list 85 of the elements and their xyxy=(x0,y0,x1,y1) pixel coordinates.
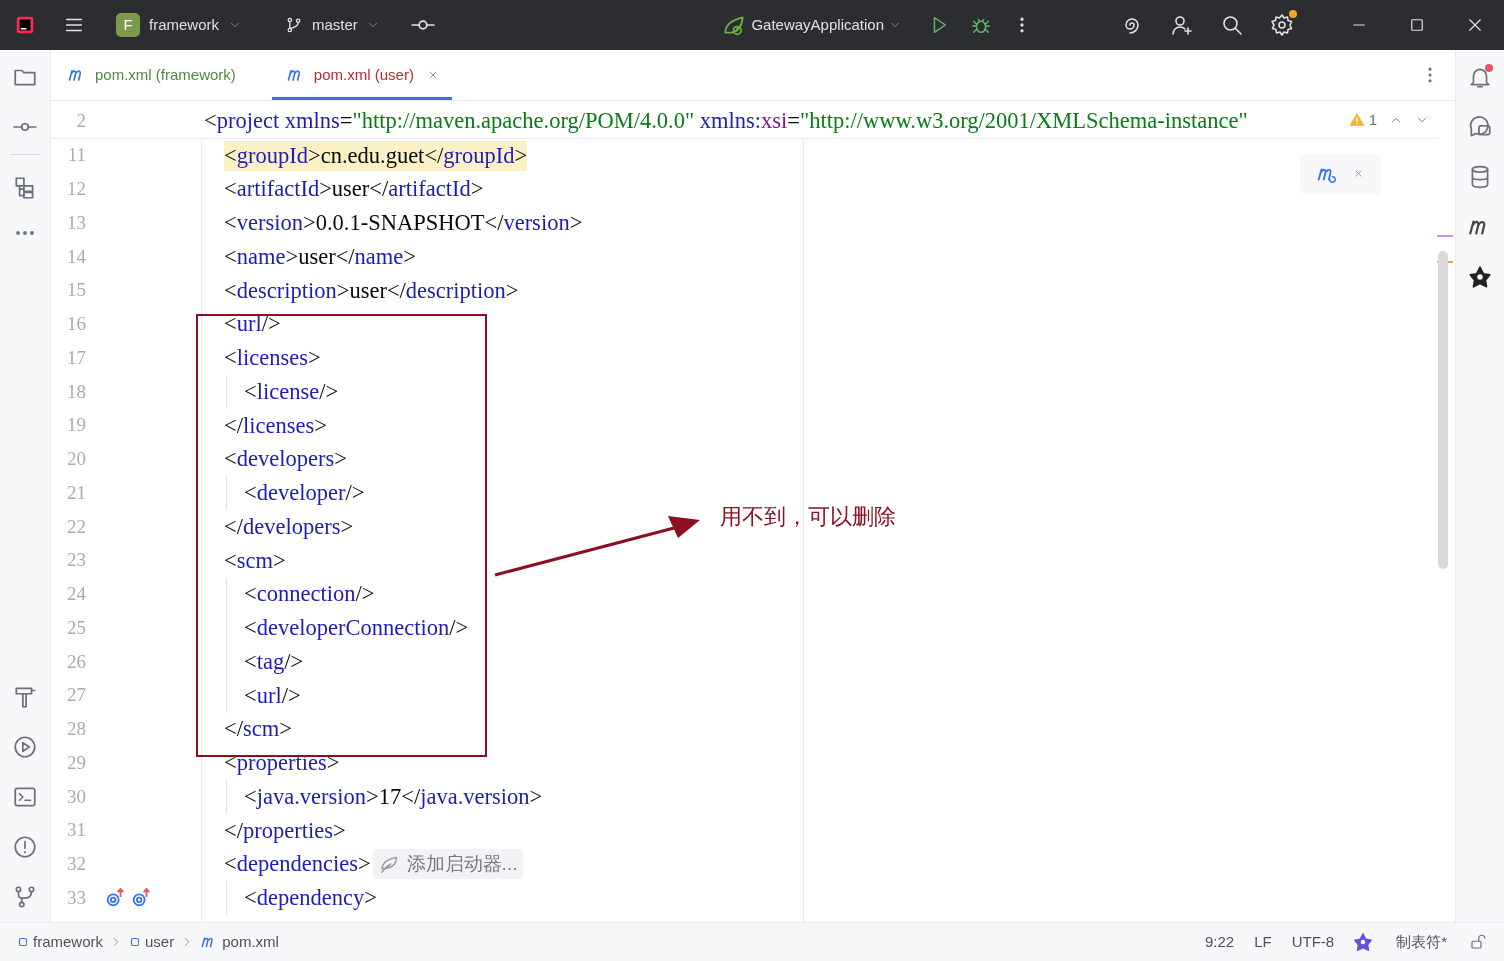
code-line: <url/> xyxy=(244,681,301,710)
code-line: </scm> xyxy=(224,715,292,744)
tab-label: pom.xml (framework) xyxy=(95,64,236,85)
line-number: 32 xyxy=(66,852,86,877)
code-line: <connection/> xyxy=(244,580,375,609)
close-icon[interactable] xyxy=(1466,16,1484,34)
warning-count[interactable]: 1 xyxy=(1368,109,1377,132)
code-line: </developers> xyxy=(224,512,354,541)
line-number: 31 xyxy=(66,818,86,843)
hint-label: 添加启动器... xyxy=(406,852,518,877)
run-config-selector[interactable]: GatewayApplication xyxy=(721,12,902,38)
code-line: </licenses> xyxy=(224,411,327,440)
code-line: <dependencies> xyxy=(224,850,371,879)
search-icon[interactable] xyxy=(1220,13,1244,37)
app-logo-icon[interactable] xyxy=(14,14,36,36)
project-selector[interactable]: F framework xyxy=(114,13,244,37)
line-number: 14 xyxy=(66,244,86,269)
project-name: framework xyxy=(149,14,219,35)
branch-selector[interactable]: master xyxy=(284,13,380,37)
line-number: 16 xyxy=(66,312,86,337)
scrollbar-thumb[interactable] xyxy=(1438,251,1448,569)
code-line: <properties> xyxy=(224,749,340,778)
line-number: 22 xyxy=(66,514,86,539)
indent-setting[interactable]: 制表符* xyxy=(1396,930,1447,954)
hammer-icon[interactable] xyxy=(12,684,38,710)
project-initial-badge: F xyxy=(116,13,140,37)
code-line: <developerConnection/> xyxy=(244,614,469,643)
settings-icon[interactable] xyxy=(1270,13,1294,37)
line-number: 27 xyxy=(66,683,86,708)
code-line: <description>user</description> xyxy=(224,276,519,305)
breadcrumb[interactable]: framework xyxy=(17,930,103,954)
code-line: <licenses> xyxy=(224,344,321,373)
line-number: 30 xyxy=(66,784,86,809)
line-number: 21 xyxy=(66,480,86,505)
breadcrumb[interactable]: pom.xml xyxy=(200,930,279,954)
inlay-hint[interactable]: 添加启动器... xyxy=(372,849,524,880)
terminal-icon[interactable] xyxy=(12,784,38,810)
code-line: <project xmlns="http://maven.apache.org/POM/4.0.0" xmlns:xsi="http://www.w3.org/2001/XMLSchema-instance" xyxy=(204,106,1248,135)
line-number: 25 xyxy=(66,615,86,640)
line-number: 18 xyxy=(66,379,86,404)
line-number: 15 xyxy=(66,278,86,303)
line-ending[interactable]: LF xyxy=(1254,930,1272,954)
line-number: 13 xyxy=(66,210,86,235)
file-encoding[interactable]: UTF-8 xyxy=(1291,930,1335,954)
ai-chat-icon[interactable] xyxy=(1467,114,1493,140)
code-line: <url/> xyxy=(224,310,281,339)
line-number: 19 xyxy=(66,413,86,438)
branch-name: master xyxy=(312,14,358,35)
code-line: <developer/> xyxy=(244,479,365,508)
run-config-name: GatewayApplication xyxy=(751,14,884,35)
tab-label: pom.xml (user) xyxy=(313,64,414,85)
code-line: <tag/> xyxy=(244,647,304,676)
git-icon[interactable] xyxy=(12,884,38,910)
code-line: <license/> xyxy=(244,377,339,406)
code-line: <developers> xyxy=(224,445,347,474)
code-line: </properties> xyxy=(224,816,346,845)
line-number: 29 xyxy=(66,750,86,775)
caret-position[interactable]: 9:22 xyxy=(1204,930,1235,954)
annotation-note: 用不到，可以删除 xyxy=(720,502,896,531)
line-number: 11 xyxy=(66,143,86,168)
code-line: <version>0.0.1-SNAPSHOT</version> xyxy=(224,209,583,238)
code-line: <dependency> xyxy=(244,884,377,913)
module-icon xyxy=(129,936,141,948)
line-number: 24 xyxy=(66,582,86,607)
problems-icon[interactable] xyxy=(12,834,38,860)
add-user-icon[interactable] xyxy=(1170,13,1194,37)
line-number: 23 xyxy=(66,548,86,573)
line-number: 28 xyxy=(66,717,86,742)
line-number: 26 xyxy=(66,649,86,674)
run-circle-icon[interactable] xyxy=(12,734,38,760)
code-line: <artifactId>user</artifactId> xyxy=(224,175,484,204)
line-number: 12 xyxy=(66,177,86,202)
editor-tab[interactable]: pom.xml (framework) xyxy=(51,50,272,100)
editor-tab[interactable]: pom.xml (user) xyxy=(271,50,452,100)
module-icon xyxy=(17,936,29,948)
line-number: 2 xyxy=(75,108,86,133)
code-line: <scm> xyxy=(224,546,286,575)
maximize-icon[interactable] xyxy=(1408,16,1426,34)
line-number: 20 xyxy=(66,447,86,472)
breadcrumb[interactable]: user xyxy=(129,930,175,954)
code-line: <java.version>17</java.version> xyxy=(244,782,543,811)
lock-icon[interactable] xyxy=(1469,933,1487,951)
line-number: 33 xyxy=(66,885,86,910)
code-line: <name>user</name> xyxy=(224,242,417,271)
line-number: 17 xyxy=(66,345,86,370)
